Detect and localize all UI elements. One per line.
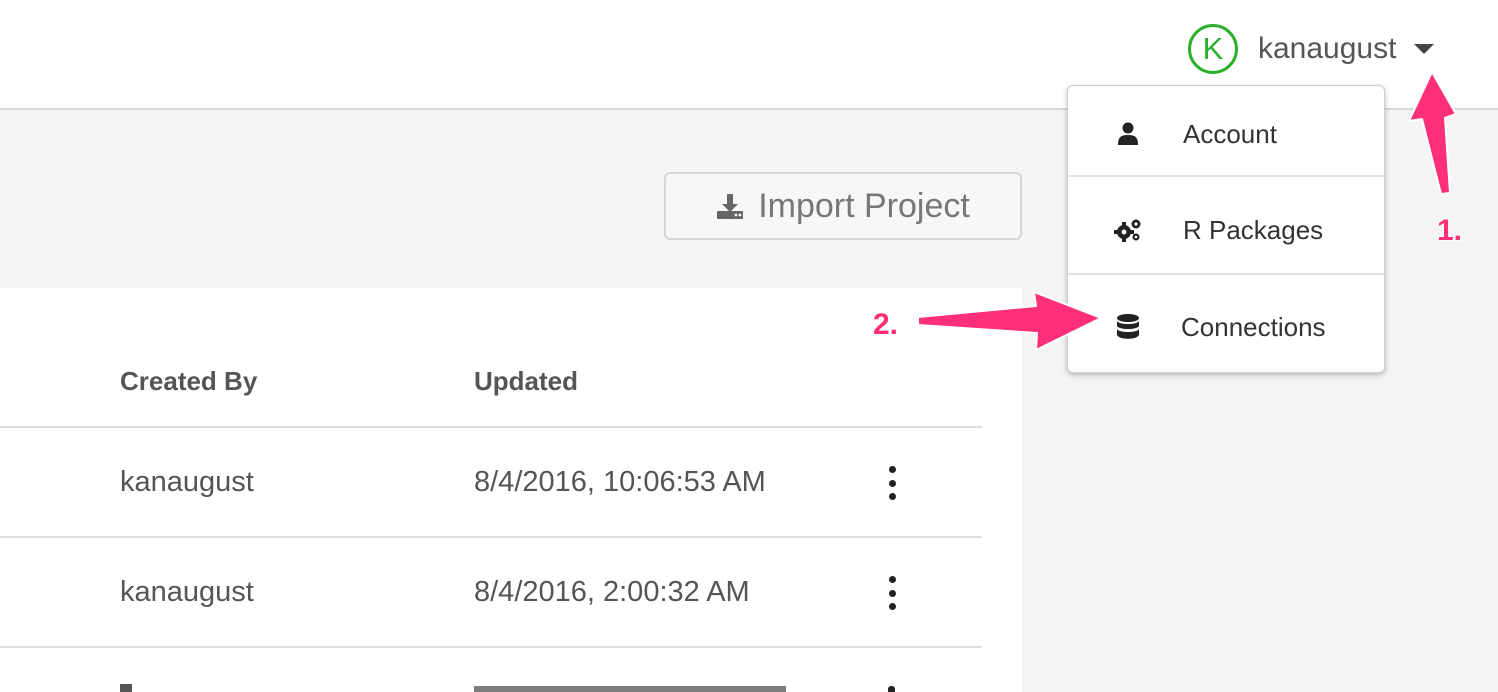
app-screen: K kanaugust Import Project Created By Up… [0,0,1498,692]
annotation-step-2: 2. [873,308,899,341]
annotation-step-1: 1. [1437,214,1463,247]
annotation-arrows [917,71,1457,351]
